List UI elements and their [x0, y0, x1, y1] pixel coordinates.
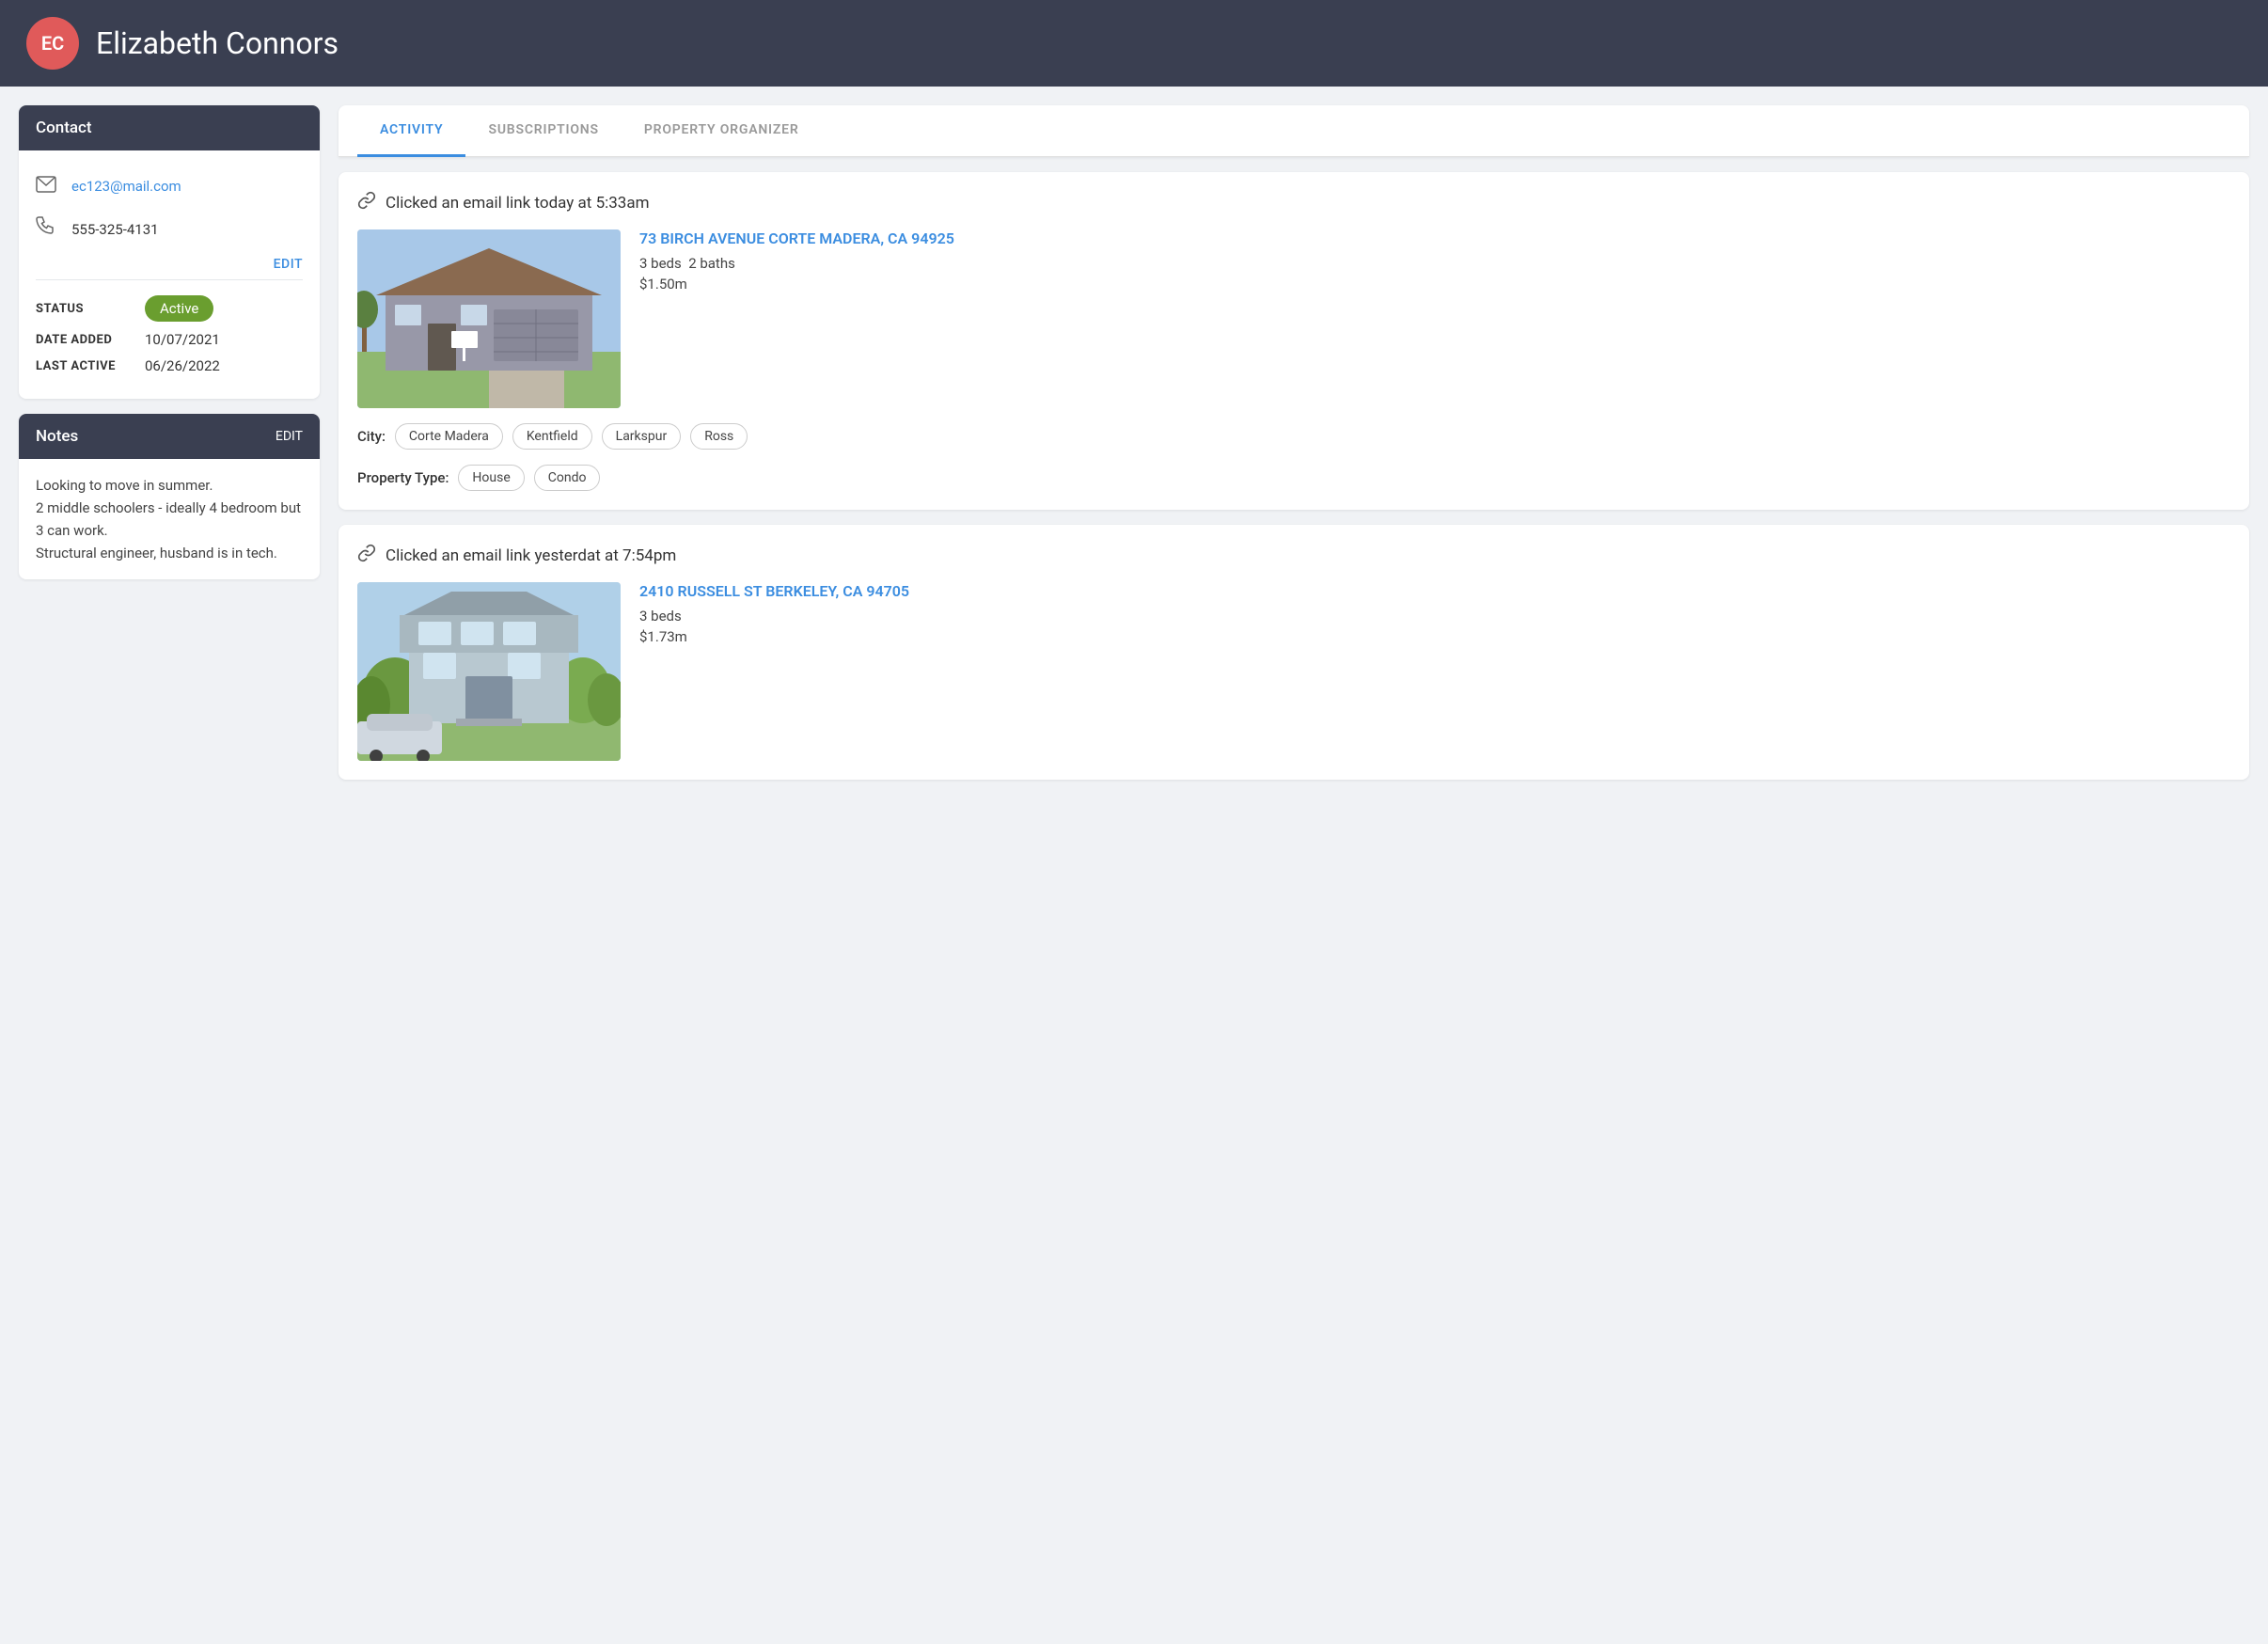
- page-title: Elizabeth Connors: [96, 25, 339, 61]
- property-beds-1: 3 beds: [639, 255, 682, 272]
- notes-line3: Structural engineer, husband is in tech.: [36, 545, 277, 561]
- phone-value: 555-325-4131: [71, 221, 159, 238]
- contact-card: Contact ec123@mail.com: [19, 105, 320, 399]
- notes-line2: 2 middle schoolers - ideally 4 bedroom b…: [36, 499, 301, 539]
- tab-subscriptions[interactable]: SUBSCRIPTIONS: [465, 105, 621, 157]
- activity-content-2: 2410 RUSSELL ST BERKELEY, CA 94705 3 bed…: [357, 582, 2230, 761]
- status-section: STATUS Active DATE ADDED 10/07/2021 LAST…: [36, 286, 303, 374]
- notes-card-header: Notes EDIT: [19, 414, 320, 459]
- last-active-label: LAST ACTIVE: [36, 359, 130, 373]
- email-icon: [36, 175, 58, 198]
- property-info-2: 2410 RUSSELL ST BERKELEY, CA 94705 3 bed…: [639, 582, 2230, 761]
- activity-event-2: Clicked an email link yesterdat at 7:54p…: [386, 546, 676, 565]
- last-active-value: 06/26/2022: [145, 357, 220, 374]
- contact-card-body: ec123@mail.com 555-325-4131 EDIT: [19, 150, 320, 399]
- notes-edit-button[interactable]: EDIT: [276, 429, 303, 444]
- property-address-2[interactable]: 2410 RUSSELL ST BERKELEY, CA 94705: [639, 582, 2230, 600]
- property-info-1: 73 BIRCH AVENUE CORTE MADERA, CA 94925 3…: [639, 229, 2230, 408]
- property-price-1: $1.50m: [639, 276, 2230, 292]
- city-label-1: City:: [357, 428, 386, 445]
- activity-header-1: Clicked an email link today at 5:33am: [357, 191, 2230, 214]
- city-tag-ross[interactable]: Ross: [690, 423, 748, 450]
- activity-card-2: Clicked an email link yesterdat at 7:54p…: [339, 525, 2249, 780]
- tab-activity[interactable]: ACTIVITY: [357, 105, 465, 157]
- notes-text: Looking to move in summer. 2 middle scho…: [19, 459, 320, 579]
- property-type-tag-house[interactable]: House: [458, 465, 524, 491]
- city-tag-corte-madera[interactable]: Corte Madera: [395, 423, 503, 450]
- notes-line1: Looking to move in summer.: [36, 477, 213, 494]
- page-header: EC Elizabeth Connors: [0, 0, 2268, 87]
- activity-event-1: Clicked an email link today at 5:33am: [386, 194, 650, 213]
- phone-row: 555-325-4131: [36, 207, 303, 251]
- activity-content-1: 73 BIRCH AVENUE CORTE MADERA, CA 94925 3…: [357, 229, 2230, 408]
- date-added-label: DATE ADDED: [36, 333, 130, 347]
- avatar: EC: [26, 17, 79, 70]
- city-tag-kentfield[interactable]: Kentfield: [512, 423, 592, 450]
- tab-property-organizer[interactable]: PROPERTY ORGANIZER: [622, 105, 822, 157]
- last-active-row: LAST ACTIVE 06/26/2022: [36, 357, 303, 374]
- activity-section: Clicked an email link today at 5:33am: [339, 172, 2249, 780]
- property-address-1[interactable]: 73 BIRCH AVENUE CORTE MADERA, CA 94925: [639, 229, 2230, 247]
- contact-divider: [36, 279, 303, 280]
- notes-card-title: Notes: [36, 427, 78, 446]
- date-added-row: DATE ADDED 10/07/2021: [36, 331, 303, 348]
- notes-card: Notes EDIT Looking to move in summer. 2 …: [19, 414, 320, 579]
- contact-card-header: Contact: [19, 105, 320, 150]
- property-image-2: [357, 582, 621, 761]
- sidebar: Contact ec123@mail.com: [19, 105, 320, 579]
- contact-card-title: Contact: [36, 119, 92, 137]
- tabs-bar: ACTIVITY SUBSCRIPTIONS PROPERTY ORGANIZE…: [339, 105, 2249, 157]
- status-row: STATUS Active: [36, 295, 303, 322]
- property-baths-1: 2 baths: [688, 255, 735, 272]
- status-label: STATUS: [36, 302, 130, 316]
- property-type-section-1: Property Type: House Condo: [357, 465, 2230, 491]
- activity-card-1: Clicked an email link today at 5:33am: [339, 172, 2249, 510]
- property-image-svg-1: [357, 229, 621, 408]
- main-layout: Contact ec123@mail.com: [0, 87, 2268, 798]
- property-beds-2: 3 beds: [639, 608, 2230, 624]
- date-added-value: 10/07/2021: [145, 331, 220, 348]
- property-type-tag-condo[interactable]: Condo: [534, 465, 601, 491]
- property-price-2: $1.73m: [639, 628, 2230, 645]
- property-image-svg-2: [357, 582, 621, 761]
- email-value[interactable]: ec123@mail.com: [71, 178, 181, 195]
- property-type-label-1: Property Type:: [357, 469, 449, 486]
- activity-header-2: Clicked an email link yesterdat at 7:54p…: [357, 544, 2230, 567]
- property-image-1: [357, 229, 621, 408]
- phone-icon: [36, 216, 58, 242]
- link-icon-1: [357, 191, 376, 214]
- email-row: ec123@mail.com: [36, 166, 303, 207]
- contact-edit-row: EDIT: [36, 251, 303, 274]
- content-area: ACTIVITY SUBSCRIPTIONS PROPERTY ORGANIZE…: [339, 105, 2249, 780]
- status-badge: Active: [145, 295, 213, 322]
- tags-section-1: City: Corte Madera Kentfield Larkspur Ro…: [357, 423, 2230, 450]
- property-beds-baths-1: 3 beds 2 baths: [639, 255, 2230, 272]
- link-icon-2: [357, 544, 376, 567]
- city-tag-larkspur[interactable]: Larkspur: [602, 423, 682, 450]
- contact-edit-button[interactable]: EDIT: [274, 257, 303, 272]
